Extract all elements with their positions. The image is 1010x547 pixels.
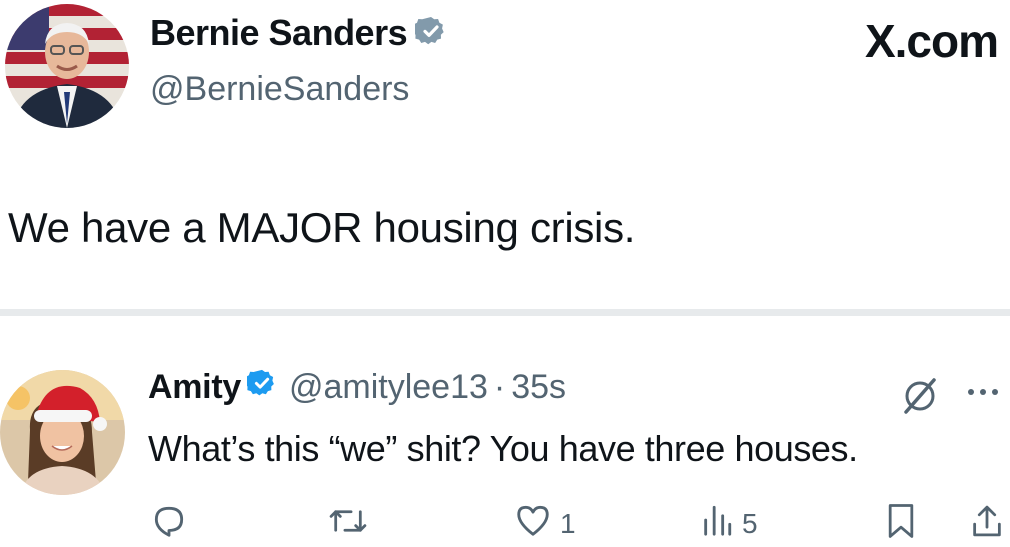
like-count: 1 — [560, 507, 576, 539]
repost-button[interactable] — [328, 502, 376, 547]
grok-icon[interactable] — [900, 376, 940, 421]
reply-button[interactable] — [150, 502, 196, 547]
post-text: We have a MAJOR housing crisis. — [8, 204, 636, 251]
reply-text: What’s this “we” shit? You have three ho… — [148, 428, 858, 469]
reply-icon — [150, 502, 188, 547]
verified-badge-icon — [244, 368, 277, 407]
divider — [0, 309, 1010, 316]
share-button[interactable] — [970, 502, 1004, 547]
bookmark-button[interactable] — [884, 502, 918, 547]
like-button[interactable]: 1 — [514, 502, 576, 545]
repost-icon — [328, 502, 368, 547]
reply-timestamp[interactable]: 35s — [511, 368, 566, 407]
reply-header: Amity @amitylee13 · 35s — [148, 368, 566, 407]
more-icon[interactable] — [966, 385, 1000, 403]
views-count: 5 — [742, 507, 758, 539]
dot-separator: · — [493, 368, 506, 406]
reply-author-avatar[interactable] — [0, 370, 125, 495]
heart-icon — [514, 502, 552, 545]
author-name-row[interactable]: Bernie Sanders — [150, 12, 447, 54]
views-icon — [700, 502, 734, 545]
bookmark-icon — [884, 502, 918, 547]
author-avatar[interactable] — [5, 4, 129, 128]
author-handle[interactable]: @BernieSanders — [150, 70, 409, 109]
reply-author-handle[interactable]: @amitylee13 — [289, 368, 488, 407]
share-icon — [970, 502, 1004, 547]
views-button[interactable]: 5 — [700, 502, 758, 545]
brand-logo: X.com — [864, 15, 999, 67]
verified-badge-icon — [412, 15, 447, 52]
author-name[interactable]: Bernie Sanders — [150, 12, 408, 54]
reply-author-name[interactable]: Amity — [148, 368, 241, 407]
